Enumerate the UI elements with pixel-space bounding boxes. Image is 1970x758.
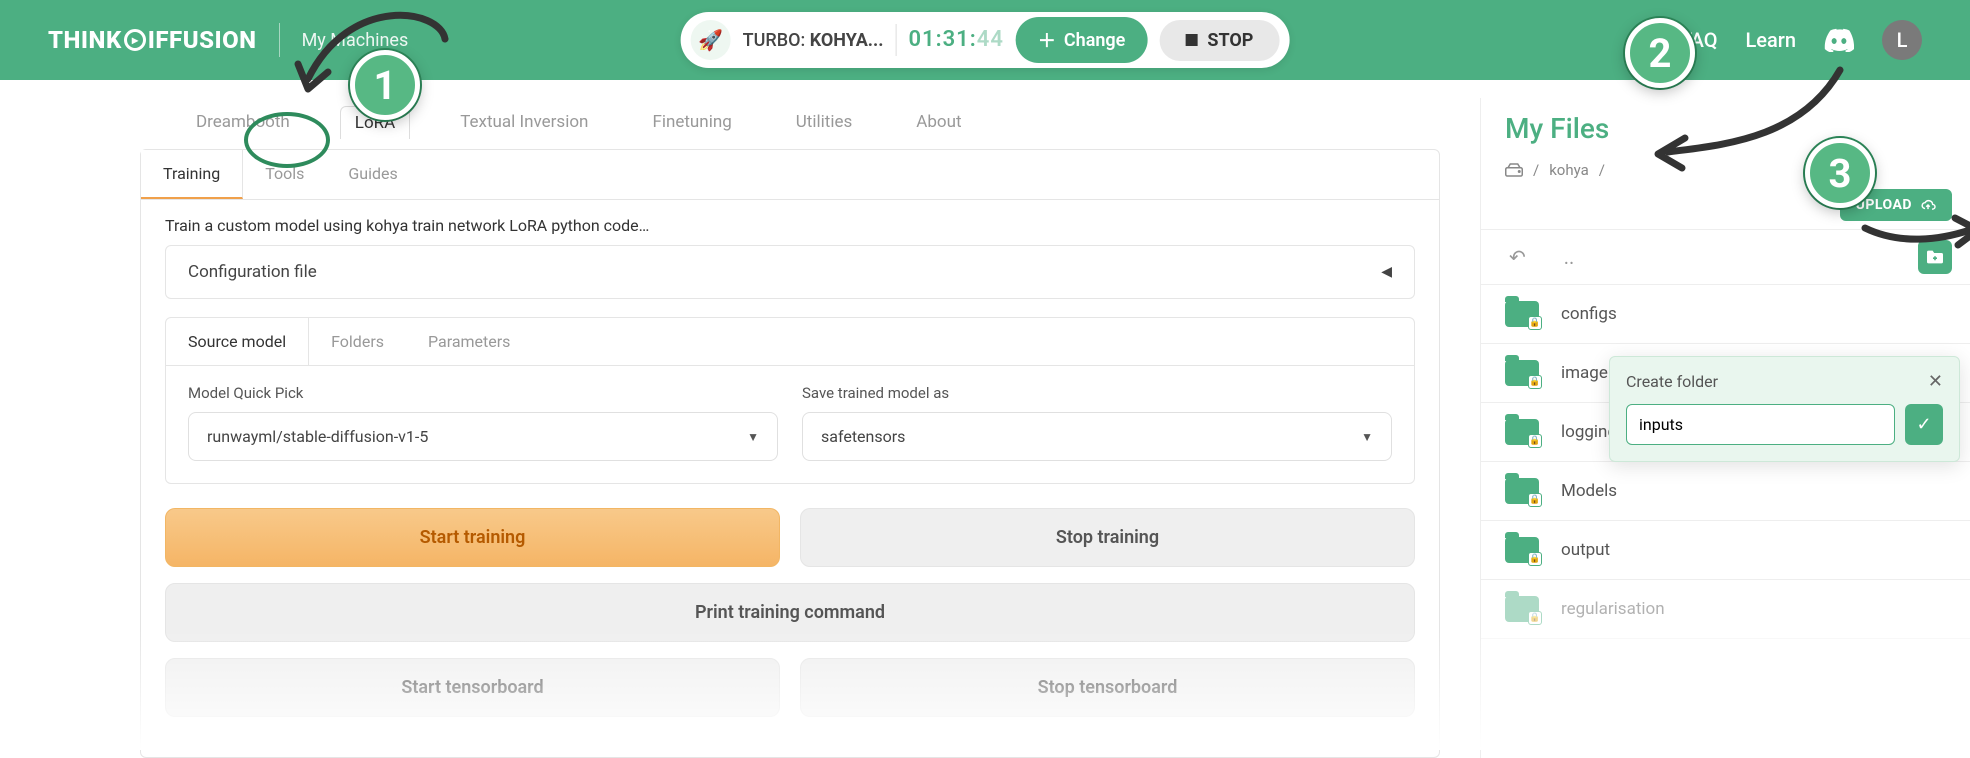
source-model-tabs: Source model Folders Parameters bbox=[166, 318, 1414, 366]
brand-logo[interactable]: THINK IFFUSION bbox=[48, 26, 257, 54]
model-quick-pick-value: runwayml/stable-diffusion-v1-5 bbox=[207, 427, 428, 446]
print-command-button[interactable]: Print training command bbox=[165, 583, 1415, 642]
save-as-label: Save trained model as bbox=[802, 384, 1392, 402]
tab-about[interactable]: About bbox=[902, 106, 975, 139]
folder-icon: 🔒 bbox=[1505, 478, 1539, 504]
save-as-value: safetensors bbox=[821, 427, 905, 446]
upload-button[interactable]: UPLOAD bbox=[1840, 189, 1952, 221]
main-area: Dreambooth LoRA Textual Inversion Finetu… bbox=[0, 98, 1480, 758]
faq-link[interactable]: FAQ bbox=[1681, 28, 1717, 52]
machine-status-pill: 🚀 TURBO: KOHYA... 01:31:44 ＋ Change STOP bbox=[681, 12, 1290, 68]
session-timer: 01:31:44 bbox=[908, 27, 1003, 53]
collapse-left-icon: ◀ bbox=[1381, 264, 1392, 280]
tab-dreambooth[interactable]: Dreambooth bbox=[182, 106, 304, 139]
files-title: My Files bbox=[1505, 112, 1946, 145]
folder-regularisation[interactable]: 🔒 regularisation bbox=[1481, 580, 1970, 639]
folder-plus-icon bbox=[1925, 249, 1945, 265]
drive-icon[interactable] bbox=[1505, 163, 1523, 177]
brand-text-right: IFFUSION bbox=[148, 26, 257, 54]
start-tensorboard-button[interactable]: Start tensorboard bbox=[165, 658, 780, 717]
create-folder-input[interactable] bbox=[1626, 404, 1895, 445]
close-icon[interactable]: ✕ bbox=[1928, 371, 1943, 392]
lock-icon: 🔒 bbox=[1528, 552, 1542, 566]
tab-utilities[interactable]: Utilities bbox=[782, 106, 866, 139]
subtab-guides[interactable]: Guides bbox=[326, 150, 419, 199]
brand-circle-icon bbox=[124, 29, 146, 51]
folder-models[interactable]: 🔒 Models bbox=[1481, 462, 1970, 521]
folder-icon: 🔒 bbox=[1505, 301, 1539, 327]
tab-lora[interactable]: LoRA bbox=[340, 106, 410, 139]
training-panel: Training Tools Guides Train a custom mod… bbox=[140, 149, 1440, 758]
smtab-source-model[interactable]: Source model bbox=[166, 318, 309, 365]
subtab-tools[interactable]: Tools bbox=[243, 150, 326, 199]
divider bbox=[279, 23, 280, 57]
change-button[interactable]: ＋ Change bbox=[1016, 17, 1147, 63]
lock-icon: 🔒 bbox=[1528, 434, 1542, 448]
stop-tensorboard-button[interactable]: Stop tensorboard bbox=[800, 658, 1415, 717]
smtab-parameters[interactable]: Parameters bbox=[406, 318, 532, 365]
my-machines-link[interactable]: My Machines bbox=[302, 30, 409, 51]
folder-icon: 🔒 bbox=[1505, 360, 1539, 386]
cloud-upload-icon bbox=[1920, 198, 1936, 212]
tab-textual-inversion[interactable]: Textual Inversion bbox=[446, 106, 602, 139]
pill-divider bbox=[895, 24, 896, 56]
folder-icon: 🔒 bbox=[1505, 537, 1539, 563]
main-tabs: Dreambooth LoRA Textual Inversion Finetu… bbox=[140, 98, 1440, 149]
stop-training-button[interactable]: Stop training bbox=[800, 508, 1415, 567]
rocket-icon: 🚀 bbox=[691, 20, 731, 60]
stop-button[interactable]: STOP bbox=[1159, 20, 1279, 61]
start-training-button[interactable]: Start training bbox=[165, 508, 780, 567]
tab-finetuning[interactable]: Finetuning bbox=[638, 106, 745, 139]
create-folder-popover: Create folder ✕ ✓ bbox=[1609, 356, 1960, 462]
folder-output[interactable]: 🔒 output bbox=[1481, 521, 1970, 580]
chevron-down-icon: ▼ bbox=[1361, 430, 1373, 444]
folder-label: image bbox=[1561, 363, 1608, 383]
discord-icon[interactable] bbox=[1824, 28, 1854, 52]
folder-icon: 🔒 bbox=[1505, 419, 1539, 445]
folder-label: Models bbox=[1561, 481, 1617, 501]
files-toolbar-row: ↶ .. bbox=[1481, 229, 1970, 285]
parent-dir[interactable]: .. bbox=[1564, 245, 1575, 269]
smtab-folders[interactable]: Folders bbox=[309, 318, 406, 365]
sub-tabs: Training Tools Guides bbox=[141, 150, 1439, 200]
model-quick-pick-label: Model Quick Pick bbox=[188, 384, 778, 402]
source-model-box: Source model Folders Parameters Model Qu… bbox=[165, 317, 1415, 484]
machine-name: TURBO: KOHYA... bbox=[743, 30, 884, 51]
stop-icon bbox=[1185, 34, 1197, 46]
config-file-label: Configuration file bbox=[188, 262, 317, 282]
user-avatar[interactable]: L bbox=[1882, 20, 1922, 60]
top-bar: THINK IFFUSION My Machines 🚀 TURBO: KOHY… bbox=[0, 0, 1970, 80]
folder-label: configs bbox=[1561, 304, 1617, 324]
top-right-nav: FAQ Learn L bbox=[1681, 20, 1922, 60]
folder-label: regularisation bbox=[1561, 599, 1665, 619]
folder-configs[interactable]: 🔒 configs bbox=[1481, 285, 1970, 344]
back-arrow-icon[interactable]: ↶ bbox=[1509, 245, 1526, 269]
lock-icon: 🔒 bbox=[1528, 611, 1542, 625]
breadcrumb-kohya[interactable]: kohya bbox=[1549, 161, 1589, 179]
brand-text-left: THINK bbox=[48, 26, 122, 54]
lock-icon: 🔒 bbox=[1528, 493, 1542, 507]
lock-icon: 🔒 bbox=[1528, 316, 1542, 330]
folder-icon: 🔒 bbox=[1505, 596, 1539, 622]
save-as-select[interactable]: safetensors ▼ bbox=[802, 412, 1392, 461]
subtab-training[interactable]: Training bbox=[141, 150, 243, 199]
panel-description: Train a custom model using kohya train n… bbox=[141, 200, 1439, 245]
new-folder-button[interactable] bbox=[1918, 240, 1952, 274]
model-quick-pick-select[interactable]: runwayml/stable-diffusion-v1-5 ▼ bbox=[188, 412, 778, 461]
folder-label: output bbox=[1561, 540, 1610, 560]
plus-icon: ＋ bbox=[1038, 27, 1056, 53]
create-folder-title: Create folder bbox=[1626, 372, 1718, 391]
files-panel: My Files / kohya / UPLOAD ↶ .. 🔒 conf bbox=[1480, 98, 1970, 758]
learn-link[interactable]: Learn bbox=[1746, 28, 1797, 52]
chevron-down-icon: ▼ bbox=[747, 430, 759, 444]
breadcrumb: / kohya / bbox=[1481, 151, 1970, 189]
create-folder-confirm-button[interactable]: ✓ bbox=[1905, 404, 1943, 445]
lock-icon: 🔒 bbox=[1528, 375, 1542, 389]
config-file-accordion[interactable]: Configuration file ◀ bbox=[165, 245, 1415, 299]
